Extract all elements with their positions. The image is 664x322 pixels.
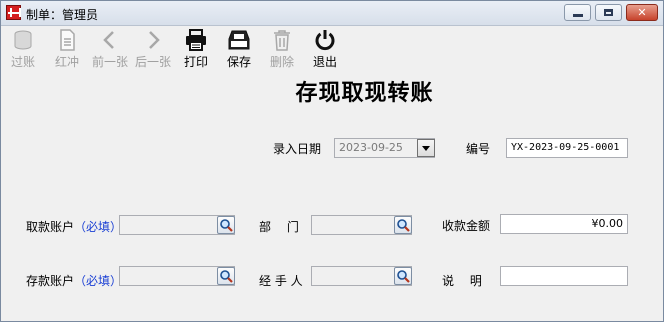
department-label: 部 门 — [259, 220, 299, 234]
document-icon — [60, 29, 75, 51]
minimize-button[interactable] — [564, 4, 591, 21]
title-bar[interactable]: 制单：管理员 ✕ — [1, 1, 663, 26]
maximize-icon — [604, 9, 613, 16]
withdraw-account-label-text: 取款账户 — [26, 220, 75, 234]
minimize-icon — [573, 14, 583, 17]
printer-icon — [186, 29, 206, 51]
withdraw-account-lookup-button[interactable] — [217, 216, 235, 234]
deposit-account-required-hint: （必填） — [74, 274, 123, 288]
toolbar: 过账 红冲 前一张 后一张 打印 保存 删除 退出 — [1, 26, 663, 70]
entry-date-value: 2023-09-25 — [339, 141, 403, 154]
magnifier-icon — [220, 219, 233, 232]
close-button[interactable]: ✕ — [626, 4, 658, 21]
chevron-right-icon — [149, 31, 160, 49]
delete-button[interactable]: 删除 — [260, 28, 304, 69]
close-icon: ✕ — [637, 6, 647, 19]
deposit-account-label: 存款账户（必填） — [26, 272, 122, 289]
amount-value: ¥0.00 — [591, 217, 624, 230]
next-button-label: 后一张 — [134, 55, 171, 69]
save-button-label: 保存 — [226, 55, 251, 69]
reverse-button-label: 红冲 — [54, 55, 79, 69]
date-dropdown-button[interactable] — [417, 139, 435, 157]
entry-date-label: 录入日期 — [273, 142, 322, 156]
reverse-button[interactable]: 红冲 — [45, 28, 89, 69]
magnifier-icon — [397, 219, 410, 232]
main-window: 制单：管理员 ✕ 过账 红冲 前一张 后一张 打印 保存 删除 退出 存现取现转… — [0, 0, 664, 322]
amount-label: 收款金额 — [442, 219, 491, 233]
delete-button-label: 删除 — [269, 55, 294, 69]
chevron-left-icon — [103, 31, 114, 49]
department-lookup-button[interactable] — [394, 216, 412, 234]
app-icon — [6, 5, 21, 20]
tray-save-icon — [228, 30, 250, 50]
handler-label: 经 手 人 — [259, 274, 303, 288]
power-icon — [315, 30, 335, 51]
save-button[interactable]: 保存 — [217, 28, 261, 69]
prev-button[interactable]: 前一张 — [88, 28, 132, 69]
exit-button-label: 退出 — [312, 55, 337, 69]
amount-field[interactable]: ¥0.00 — [500, 214, 628, 234]
print-button[interactable]: 打印 — [174, 28, 218, 69]
post-button-label: 过账 — [10, 55, 35, 69]
print-button-label: 打印 — [183, 55, 208, 69]
note-field[interactable] — [500, 266, 628, 286]
withdraw-account-label: 取款账户（必填） — [26, 218, 122, 235]
coins-stack-icon — [14, 30, 32, 50]
deposit-account-lookup-button[interactable] — [217, 267, 235, 285]
maximize-button[interactable] — [595, 4, 622, 21]
note-label: 说 明 — [442, 274, 482, 288]
handler-lookup-button[interactable] — [394, 267, 412, 285]
withdraw-account-required-hint: （必填） — [74, 220, 123, 234]
deposit-account-label-text: 存款账户 — [26, 274, 75, 288]
number-label: 编号 — [466, 142, 491, 156]
magnifier-icon — [397, 270, 410, 283]
next-button[interactable]: 后一张 — [131, 28, 175, 69]
form-heading: 存现取现转账 — [295, 80, 434, 106]
post-button[interactable]: 过账 — [1, 28, 45, 69]
window-title: 制单：管理员 — [26, 8, 99, 22]
number-field[interactable]: YX-2023-09-25-0001 — [506, 138, 628, 158]
number-value: YX-2023-09-25-0001 — [511, 142, 620, 153]
prev-button-label: 前一张 — [91, 55, 128, 69]
magnifier-icon — [220, 270, 233, 283]
exit-button[interactable]: 退出 — [303, 28, 347, 69]
trash-icon — [274, 30, 290, 51]
